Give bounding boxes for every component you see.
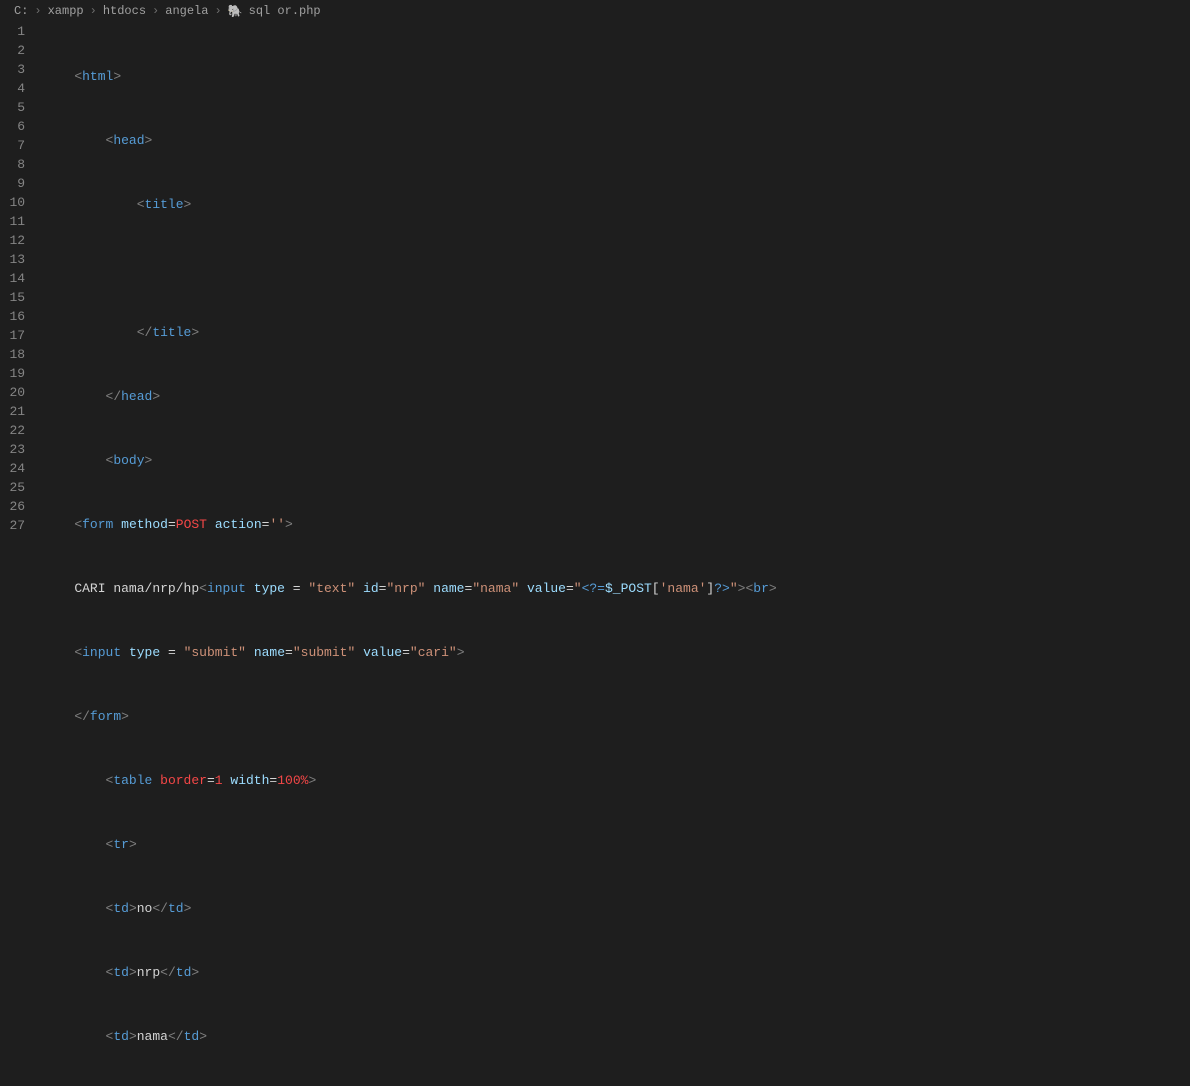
php-icon: 🐘 xyxy=(228,4,243,19)
breadcrumb[interactable]: C: › xampp › htdocs › angela › 🐘 sql or.… xyxy=(0,0,1190,22)
line-number: 6 xyxy=(0,117,25,136)
chevron-right-icon: › xyxy=(152,4,159,18)
breadcrumb-part[interactable]: angela xyxy=(165,4,208,18)
line-number: 10 xyxy=(0,193,25,212)
line-number: 23 xyxy=(0,440,25,459)
line-number: 13 xyxy=(0,250,25,269)
line-number: 16 xyxy=(0,307,25,326)
line-number-gutter: 1 2 3 4 5 6 7 8 9 10 11 12 13 14 15 16 1… xyxy=(0,22,43,543)
line-number: 2 xyxy=(0,41,25,60)
line-number: 1 xyxy=(0,22,25,41)
line-number: 3 xyxy=(0,60,25,79)
line-number: 11 xyxy=(0,212,25,231)
breadcrumb-part[interactable]: xampp xyxy=(48,4,84,18)
line-number: 12 xyxy=(0,231,25,250)
line-number: 7 xyxy=(0,136,25,155)
breadcrumb-part[interactable]: htdocs xyxy=(103,4,146,18)
blank-line xyxy=(43,259,1190,278)
line-number: 19 xyxy=(0,364,25,383)
line-number: 26 xyxy=(0,497,25,516)
line-number: 21 xyxy=(0,402,25,421)
chevron-right-icon: › xyxy=(214,4,221,18)
breadcrumb-file[interactable]: sql or.php xyxy=(249,4,321,18)
line-number: 25 xyxy=(0,478,25,497)
line-number: 18 xyxy=(0,345,25,364)
chevron-right-icon: › xyxy=(34,4,41,18)
line-number: 27 xyxy=(0,516,25,535)
line-number: 24 xyxy=(0,459,25,478)
code-area[interactable]: <html> <head> <title> </title> </head> <… xyxy=(43,22,1190,543)
line-number: 8 xyxy=(0,155,25,174)
line-number: 4 xyxy=(0,79,25,98)
line-number: 17 xyxy=(0,326,25,345)
chevron-right-icon: › xyxy=(90,4,97,18)
line-number: 5 xyxy=(0,98,25,117)
breadcrumb-part[interactable]: C: xyxy=(14,4,28,18)
line-number: 14 xyxy=(0,269,25,288)
line-number: 9 xyxy=(0,174,25,193)
line-number: 15 xyxy=(0,288,25,307)
line-number: 20 xyxy=(0,383,25,402)
code-editor[interactable]: 1 2 3 4 5 6 7 8 9 10 11 12 13 14 15 16 1… xyxy=(0,22,1190,543)
line-number: 22 xyxy=(0,421,25,440)
